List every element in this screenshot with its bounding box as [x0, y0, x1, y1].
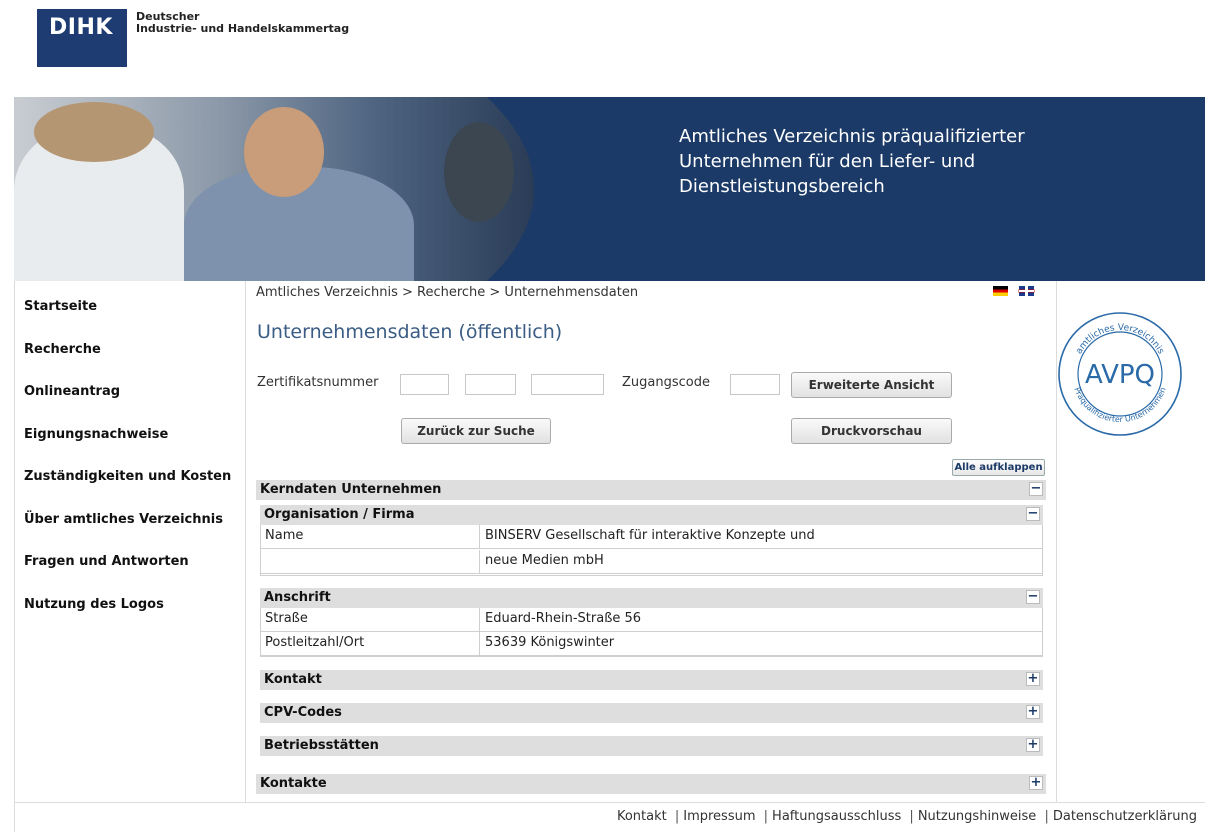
banner-title-line1: Amtliches Verzeichnis präqualifizierter: [679, 126, 1025, 147]
nav-item-fragen[interactable]: Fragen und Antworten: [24, 554, 189, 569]
banner-title-line3: Dienstleistungsbereich: [679, 176, 885, 197]
org-name: Deutscher Industrie- und Handelskammerta…: [136, 11, 349, 35]
banner-title: Amtliches Verzeichnis präqualifizierter …: [679, 124, 1025, 199]
print-preview-button[interactable]: Druckvorschau: [791, 418, 952, 444]
row-value: BINSERV Gesellschaft für interaktive Kon…: [485, 528, 815, 543]
cert-number-field-3[interactable]: [531, 374, 604, 395]
section-anschrift[interactable]: Anschrift −: [260, 588, 1043, 608]
section-organisation[interactable]: Organisation / Firma −: [260, 505, 1043, 525]
footer: Kontakt | Impressum | Haftungsausschluss |…: [14, 802, 1205, 832]
cell-divider: [479, 525, 480, 549]
row-key: Postleitzahl/Ort: [265, 635, 365, 650]
flag-de-icon[interactable]: [993, 286, 1008, 296]
table-row: Name BINSERV Gesellschaft für interaktiv…: [261, 525, 1042, 549]
row-value: neue Medien mbH: [485, 553, 604, 568]
collapse-anschrift-icon[interactable]: −: [1026, 590, 1040, 604]
seal-center-text: AVPQ: [1085, 360, 1155, 390]
sidebar-nav: Startseite Recherche Onlineantrag Eignun…: [15, 281, 245, 802]
section-organisation-title: Organisation / Firma: [264, 507, 415, 522]
seal-bottom-text: Präqualifizierter Unternehmen: [1072, 386, 1167, 424]
page-title: Unternehmensdaten (öffentlich): [257, 321, 563, 343]
table-row: Postleitzahl/Ort 53639 Königswinter: [261, 632, 1042, 656]
dihk-logo[interactable]: DIHK: [37, 9, 127, 67]
row-value: Eduard-Rhein-Straße 56: [485, 611, 642, 626]
top-bar: DIHK Deutscher Industrie- und Handelskam…: [0, 0, 1205, 96]
section-kontakte-title: Kontakte: [260, 776, 327, 791]
org-name-line2: Industrie- und Handelskammertag: [136, 22, 350, 35]
footer-link-kontakt[interactable]: Kontakt: [617, 809, 667, 824]
section-cpv-title: CPV-Codes: [264, 705, 342, 720]
row-key: Name: [265, 528, 304, 543]
footer-link-datenschutz[interactable]: Datenschutzerklärung: [1053, 809, 1197, 824]
expand-betriebsstaetten-icon[interactable]: +: [1026, 738, 1040, 752]
section-betriebsstaetten[interactable]: Betriebsstätten +: [260, 736, 1043, 756]
main-area: Startseite Recherche Onlineantrag Eignun…: [14, 281, 1205, 802]
nav-item-ueber-verzeichnis[interactable]: Über amtliches Verzeichnis: [24, 512, 223, 527]
banner-photo-face: [244, 107, 324, 197]
seal-top-text: amtliches Verzeichnis: [1074, 323, 1165, 356]
nav-item-startseite[interactable]: Startseite: [24, 299, 97, 314]
cert-number-field-1[interactable]: [400, 374, 449, 395]
cert-label: Zertifikatsnummer: [257, 375, 379, 390]
organisation-table: Name BINSERV Gesellschaft für interaktiv…: [260, 525, 1043, 576]
collapse-kerndaten-icon[interactable]: −: [1029, 482, 1043, 496]
dihk-logo-text: DIHK: [49, 15, 113, 40]
section-kerndaten-title: Kerndaten Unternehmen: [260, 482, 442, 497]
row-key: Straße: [265, 611, 308, 626]
avpq-seal-logo: amtliches Verzeichnis AVPQ Präqualifizie…: [1058, 312, 1182, 436]
section-anschrift-title: Anschrift: [264, 590, 331, 605]
cell-divider: [479, 632, 480, 656]
footer-separator: |: [674, 809, 680, 824]
expand-kontakt-icon[interactable]: +: [1026, 672, 1040, 686]
banner-photo-person-right: [444, 122, 514, 222]
language-switcher: [993, 286, 1040, 305]
expand-kontakte-icon[interactable]: +: [1029, 776, 1043, 790]
section-kontakt-title: Kontakt: [264, 672, 322, 687]
section-kerndaten[interactable]: Kerndaten Unternehmen −: [256, 480, 1046, 500]
cert-number-field-2[interactable]: [465, 374, 516, 395]
banner-photo: [14, 97, 534, 281]
access-label: Zugangscode: [622, 375, 710, 390]
hero-banner: Amtliches Verzeichnis präqualifizierter …: [14, 97, 1205, 281]
section-betriebsstaetten-title: Betriebsstätten: [264, 738, 379, 753]
expand-all-button[interactable]: Alle aufklappen: [952, 459, 1045, 476]
banner-title-line2: Unternehmen für den Liefer- und: [679, 151, 976, 172]
footer-separator: |: [1044, 809, 1049, 824]
content-panel: Amtliches Verzeichnis > Recherche > Unte…: [245, 281, 1057, 802]
row-value: 53639 Königswinter: [485, 635, 615, 650]
flag-uk-icon[interactable]: [1019, 286, 1035, 296]
back-to-search-button[interactable]: Zurück zur Suche: [401, 418, 551, 444]
expand-cpv-icon[interactable]: +: [1026, 705, 1040, 719]
extended-view-button[interactable]: Erweiterte Ansicht: [791, 372, 952, 398]
section-kontakt[interactable]: Kontakt +: [260, 670, 1043, 690]
footer-separator: |: [909, 809, 914, 824]
footer-link-haftung[interactable]: Haftungsausschluss: [772, 809, 901, 824]
cell-divider: [479, 550, 480, 574]
anschrift-table: Straße Eduard-Rhein-Straße 56 Postleitza…: [260, 608, 1043, 657]
section-kontakte[interactable]: Kontakte +: [256, 774, 1046, 794]
breadcrumb: Amtliches Verzeichnis > Recherche > Unte…: [256, 285, 639, 300]
table-row: neue Medien mbH: [261, 550, 1042, 574]
nav-item-eignungsnachweise[interactable]: Eignungsnachweise: [24, 427, 168, 442]
cell-divider: [479, 608, 480, 632]
footer-link-nutzungshinweise[interactable]: Nutzungshinweise: [918, 809, 1037, 824]
nav-item-zustaendigkeiten[interactable]: Zuständigkeiten und Kosten: [24, 469, 231, 484]
collapse-organisation-icon[interactable]: −: [1026, 507, 1040, 521]
section-cpv-codes[interactable]: CPV-Codes +: [260, 703, 1043, 723]
access-code-field[interactable]: [730, 374, 780, 395]
footer-links: Kontakt | Impressum | Haftungsausschluss |…: [617, 809, 1197, 824]
footer-separator: |: [763, 809, 769, 824]
banner-photo-hair: [34, 102, 154, 162]
footer-link-impressum[interactable]: Impressum: [683, 809, 755, 824]
nav-item-logos[interactable]: Nutzung des Logos: [24, 597, 164, 612]
nav-item-onlineantrag[interactable]: Onlineantrag: [24, 384, 120, 399]
nav-item-recherche[interactable]: Recherche: [24, 342, 101, 357]
table-row: Straße Eduard-Rhein-Straße 56: [261, 608, 1042, 632]
